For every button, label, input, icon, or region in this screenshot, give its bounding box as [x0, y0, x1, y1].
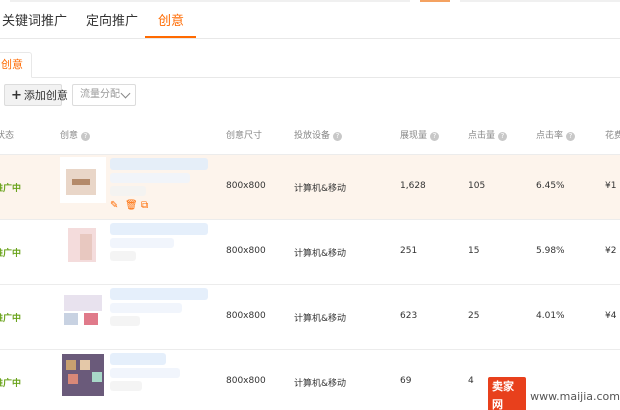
blurred-title	[110, 238, 174, 248]
creative-thumbnail[interactable]	[60, 287, 106, 333]
header-clicks: 点击量?	[468, 128, 508, 141]
creative-thumbnail[interactable]	[60, 157, 106, 203]
header-cost: 花费	[605, 131, 620, 141]
header-status: 状态	[0, 131, 15, 141]
blurred-text	[110, 381, 142, 391]
thumb-image	[64, 295, 102, 311]
size-cell: 800x800	[226, 376, 266, 386]
add-creative-label: 添加创意	[23, 89, 68, 102]
blurred-title	[110, 288, 208, 300]
blurred-title	[110, 353, 166, 365]
table-row[interactable]: 推广中 ✎ 🗑 ⧉ 800x800 计算机&移动 1,628 105 6.45%…	[0, 155, 620, 220]
tab-creative[interactable]: 创意	[158, 10, 184, 29]
tab-keyword-promotion[interactable]: 关键词推广	[2, 10, 67, 29]
watermark-url: www.maijia.com	[530, 389, 620, 403]
header-size: 创意尺寸	[226, 131, 263, 141]
clicks-cell: 105	[468, 181, 486, 191]
creative-thumbnail[interactable]	[60, 222, 106, 268]
thumb-detail	[66, 360, 76, 370]
page: 关键词推广 定向推广 创意 创意 + 添加创意 流量分配 状态 创意? 创意尺寸 …	[0, 0, 620, 410]
impressions-cell: 623	[400, 311, 418, 321]
status-text: 推广中	[0, 184, 22, 194]
status-text: 推广中	[0, 314, 22, 324]
thumb-detail	[84, 313, 98, 325]
help-icon[interactable]: ?	[333, 132, 343, 141]
table-row[interactable]: 推广中 800x800 计算机&移动 623 25 4.01% ¥4	[0, 285, 620, 350]
chevron-down-icon	[120, 88, 131, 99]
clicks-cell: 4	[468, 376, 474, 386]
copy-icon[interactable]: ⧉	[141, 201, 148, 211]
flow-allocation-select[interactable]: 流量分配	[72, 84, 136, 106]
blurred-text	[110, 316, 140, 326]
cost-cell: ¥1	[605, 181, 617, 191]
ctr-cell: 5.98%	[536, 246, 565, 256]
tab-targeted-promotion[interactable]: 定向推广	[86, 10, 138, 29]
ctr-cell: 6.45%	[536, 181, 565, 191]
blurred-title	[110, 368, 180, 378]
thumb-detail	[64, 313, 78, 325]
active-tab-indicator	[145, 36, 196, 38]
cost-cell: ¥2	[605, 246, 617, 256]
device-cell: 计算机&移动	[294, 184, 347, 194]
blurred-title	[110, 173, 190, 183]
flow-allocation-label: 流量分配	[80, 89, 120, 100]
ctr-cell: 4.01%	[536, 311, 565, 321]
thumb-detail	[80, 360, 90, 370]
help-icon[interactable]: ?	[81, 132, 91, 141]
help-icon[interactable]: ?	[566, 132, 576, 141]
impressions-cell: 251	[400, 246, 418, 256]
header-ctr: 点击率?	[536, 128, 576, 141]
thumb-detail	[72, 179, 90, 185]
header-creative: 创意?	[60, 128, 91, 141]
main-tabs: 关键词推广 定向推广 创意	[0, 0, 620, 39]
creative-thumbnail[interactable]	[60, 352, 106, 398]
help-icon[interactable]: ?	[430, 132, 440, 141]
thumb-detail	[92, 372, 102, 382]
watermark-logo: 卖家网	[488, 377, 527, 410]
impressions-cell: 69	[400, 376, 412, 386]
plus-icon: +	[11, 88, 22, 103]
table-header: 状态 创意? 创意尺寸 投放设备? 展现量? 点击量? 点击率? 花费	[0, 116, 620, 155]
blurred-text	[110, 186, 146, 196]
blurred-title	[110, 223, 208, 235]
status-text: 推广中	[0, 379, 22, 389]
sub-tabs: 创意	[0, 52, 620, 78]
table-row[interactable]: 推广中 800x800 计算机&移动 251 15 5.98% ¥2	[0, 220, 620, 285]
header-device-label: 投放设备	[294, 131, 331, 141]
device-cell: 计算机&移动	[294, 379, 347, 389]
cost-cell: ¥4	[605, 311, 617, 321]
size-cell: 800x800	[226, 181, 266, 191]
header-creative-label: 创意	[60, 131, 79, 141]
add-creative-button[interactable]: + 添加创意	[4, 84, 68, 106]
thumb-detail	[80, 234, 92, 260]
header-device: 投放设备?	[294, 128, 343, 141]
trash-icon[interactable]: 🗑	[125, 201, 138, 211]
status-text: 推广中	[0, 249, 22, 259]
header-impressions-label: 展现量	[400, 131, 428, 141]
clicks-cell: 25	[468, 311, 480, 321]
clicks-cell: 15	[468, 246, 480, 256]
size-cell: 800x800	[226, 311, 266, 321]
thumb-detail	[68, 374, 78, 384]
blurred-title	[110, 158, 208, 170]
device-cell: 计算机&移动	[294, 314, 347, 324]
blurred-text	[110, 251, 136, 261]
device-cell: 计算机&移动	[294, 249, 347, 259]
header-ctr-label: 点击率	[536, 131, 564, 141]
help-icon[interactable]: ?	[498, 132, 508, 141]
size-cell: 800x800	[226, 246, 266, 256]
header-clicks-label: 点击量	[468, 131, 496, 141]
watermark: 卖家网 www.maijia.com	[488, 377, 620, 410]
edit-icon[interactable]: ✎	[110, 201, 118, 211]
header-impressions: 展现量?	[400, 128, 440, 141]
blurred-title	[110, 303, 182, 313]
subtab-creative[interactable]: 创意	[0, 52, 32, 78]
impressions-cell: 1,628	[400, 181, 426, 191]
